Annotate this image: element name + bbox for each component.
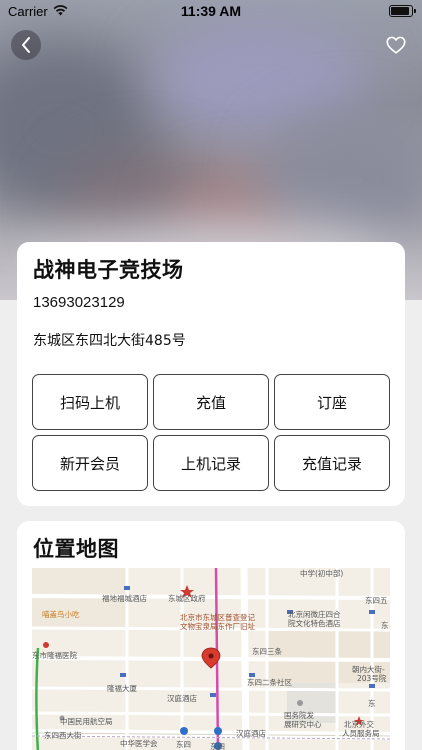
map-label: 文物宝泉局东作厂旧址 [180,622,255,631]
recharge-button[interactable]: 充值 [153,374,269,430]
map-title: 位置地图 [33,537,119,561]
map-label: 福地福城酒店 [102,594,147,603]
map-view[interactable]: 中学(初中部) 福地福城酒店 东城区政府 东四五 北京市东城区普查登记 文物宝泉… [32,568,390,750]
action-grid: 扫码上机 充值 订座 新开会员 上机记录 充值记录 [32,374,391,491]
store-phone[interactable]: 13693023129 [33,294,125,311]
favorite-button[interactable] [385,34,407,56]
map-label: 东城区政府 [168,594,206,603]
map-label: 203号院 [357,674,387,683]
status-bar: Carrier 11:39 AM [0,0,422,24]
map-label: 东四二条社区 [247,678,292,687]
map-label: 东 [368,699,376,708]
map-label: 东市隆福医院 [32,651,77,660]
map-label: 东四 [176,740,191,749]
map-label: 东四五 [365,596,388,605]
map-label: 东 [381,621,389,630]
map-label: 汉庭酒店 [236,729,266,738]
map-label: 中华医学会 [120,739,158,748]
store-address: 东城区东四北大街485号 [33,333,186,349]
battery-icon [389,5,416,17]
map-label: 中国民用航空局 [60,717,113,726]
store-name: 战神电子竞技场 [33,258,184,282]
map-label: 东四西大街 [44,731,82,740]
back-button[interactable] [11,30,41,60]
map-label: 东四 [210,742,225,750]
location-map-card: 位置地图 中学(初中部) 福地福城酒店 东城区政府 东四五 北京市东城区普查登记… [17,521,405,750]
map-label: 院文化特色酒店 [288,619,341,628]
clock: 11:39 AM [180,3,242,19]
map-label: 隆福大厦 [107,684,137,693]
map-label: 东四三条 [252,647,282,656]
store-info-card: 战神电子竞技场 13693023129 东城区东四北大街485号 扫码上机 充值… [17,242,405,506]
reserve-seat-button[interactable]: 订座 [274,374,390,430]
map-label: 喵盖鸟小吃 [42,610,80,619]
chevron-left-icon [22,37,30,53]
recharge-history-button[interactable]: 充值记录 [274,435,390,491]
map-label: 中学(初中部) [300,569,344,578]
map-label: 汉庭酒店 [167,694,197,703]
heart-outline-icon [386,36,406,54]
map-label: 人员服务局 [342,729,380,738]
new-member-button[interactable]: 新开会员 [32,435,148,491]
map-label: 展研究中心 [284,720,322,729]
scan-to-play-button[interactable]: 扫码上机 [32,374,148,430]
play-history-button[interactable]: 上机记录 [153,435,269,491]
